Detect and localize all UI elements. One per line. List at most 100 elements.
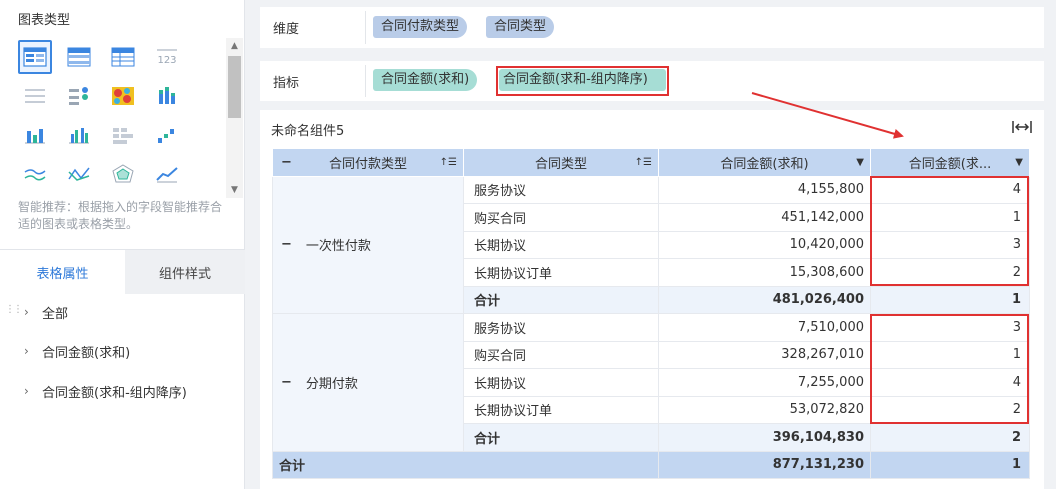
radar-icon[interactable] xyxy=(106,157,140,191)
prop-item-label: 全部 xyxy=(42,306,69,322)
chart-type-title: 图表类型 xyxy=(18,13,71,28)
prop-item-amount-sum-desc[interactable]: › 合同金额(求和-组内降序) xyxy=(24,381,187,401)
sort-icon[interactable]: ↑☰ xyxy=(635,157,652,168)
kpi-number-icon[interactable]: 123 xyxy=(150,40,184,74)
contract-type-cell: 长期协议 xyxy=(463,230,659,259)
amount-cell: 7,510,000 xyxy=(658,313,871,342)
collapse-all-icon[interactable]: − xyxy=(281,155,292,170)
group-cell[interactable]: − 一次性付款 xyxy=(272,175,464,314)
dimension-label: 维度 xyxy=(273,22,300,37)
group-label: 分期付款 xyxy=(305,376,358,392)
header-label: 合同类型 xyxy=(534,156,587,172)
amount-cell: 53,072,820 xyxy=(658,395,871,424)
fit-width-icon[interactable] xyxy=(1012,120,1032,134)
pivot-table: − 合同付款类型 ↑☰ 合同类型 ↑☰ 合同金额(求和) ▼ 合同金额(求...… xyxy=(272,148,1030,479)
header-amount-sum[interactable]: 合同金额(求和) ▼ xyxy=(658,148,871,177)
table-body: − 一次性付款 服务协议 4,155,800 4 购买合同 451,142,000 1 长期协议… xyxy=(272,175,1030,479)
dropdown-icon[interactable]: ▼ xyxy=(1015,157,1023,168)
prop-item-all[interactable]: › 全部 xyxy=(24,302,68,322)
tab-table-properties[interactable]: 表格属性 xyxy=(0,250,125,294)
multi-line-icon[interactable] xyxy=(18,157,52,191)
prop-item-amount-sum[interactable]: › 合同金额(求和) xyxy=(24,341,130,361)
svg-text:123: 123 xyxy=(157,55,176,66)
property-tabs: 表格属性 组件样式 xyxy=(0,249,245,294)
metric-panel: 指标 合同金额(求和) 合同金额(求和-组内降序) xyxy=(260,61,1044,101)
stacked-bar-icon[interactable] xyxy=(150,79,184,113)
contract-type-cell: 购买合同 xyxy=(463,203,659,232)
prop-item-label: 合同金额(求和) xyxy=(42,345,131,361)
column-chart-icon[interactable] xyxy=(18,118,52,152)
area-line-icon[interactable] xyxy=(150,157,184,191)
contract-type-cell: 服务协议 xyxy=(463,175,659,204)
dimension-chip-contract-type[interactable]: 合同类型 xyxy=(486,16,555,38)
contract-type-cell: 长期协议 xyxy=(463,368,659,397)
grand-total-rank: 1 xyxy=(870,450,1030,479)
grouped-column-icon[interactable] xyxy=(62,118,96,152)
contract-type-cell: 购买合同 xyxy=(463,340,659,369)
header-amount-sum-desc[interactable]: 合同金额(求... ▼ xyxy=(870,148,1030,177)
header-label: 合同付款类型 xyxy=(328,156,407,172)
contract-type-cell: 服务协议 xyxy=(463,313,659,342)
component-title: 未命名组件5 xyxy=(271,124,345,139)
rank-cell: 2 xyxy=(870,258,1030,287)
rank-cell: 1 xyxy=(870,203,1030,232)
grand-total-amount: 877,131,230 xyxy=(658,450,871,479)
smart-recommend-hint: 智能推荐：根据拖入的字段智能推荐合适的图表或表格类型。 xyxy=(18,200,223,231)
dimension-chip-payment-type[interactable]: 合同付款类型 xyxy=(373,16,468,38)
detail-table-icon[interactable] xyxy=(18,40,52,74)
grand-total-row: 合计 877,131,230 1 xyxy=(272,450,1030,479)
amount-cell: 328,267,010 xyxy=(658,340,871,369)
subtotal-amount-cell: 481,026,400 xyxy=(658,285,871,314)
dropdown-icon[interactable]: ▼ xyxy=(856,157,864,168)
group-table-icon[interactable] xyxy=(62,40,96,74)
divider xyxy=(365,11,366,44)
scroll-down-icon[interactable]: ▼ xyxy=(226,182,243,198)
prop-item-label: 合同金额(求和-组内降序) xyxy=(42,385,187,401)
collapse-icon[interactable]: − xyxy=(281,375,292,390)
amount-cell: 4,155,800 xyxy=(658,175,871,204)
scroll-up-icon[interactable]: ▲ xyxy=(226,38,243,54)
subtotal-label-cell: 合计 xyxy=(463,285,659,314)
amount-cell: 7,255,000 xyxy=(658,368,871,397)
heatmap-icon[interactable] xyxy=(106,79,140,113)
highlight-box xyxy=(496,66,669,96)
waterfall-icon[interactable] xyxy=(150,118,184,152)
rank-cell: 2 xyxy=(870,395,1030,424)
amount-cell: 10,420,000 xyxy=(658,230,871,259)
table-row: − 分期付款 服务协议 7,510,000 3 xyxy=(272,313,1030,452)
group-label: 一次性付款 xyxy=(305,239,371,255)
rank-cell: 3 xyxy=(870,230,1030,259)
cross-table-icon[interactable] xyxy=(106,40,140,74)
chevron-right-icon: › xyxy=(24,384,29,398)
metric-label: 指标 xyxy=(273,75,300,91)
header-label: 合同金额(求和) xyxy=(720,156,809,172)
contract-type-cell: 长期协议订单 xyxy=(463,395,659,424)
header-contract-type[interactable]: 合同类型 ↑☰ xyxy=(463,148,659,177)
table-component: 未命名组件5 − 合同付款类型 ↑☰ 合同类型 ↑☰ 合同金额(求和) ▼ 合同… xyxy=(260,110,1044,489)
line-icon[interactable] xyxy=(62,157,96,191)
subtotal-rank-cell: 1 xyxy=(870,285,1030,314)
drag-handle-icon[interactable]: ⋮⋮ xyxy=(5,304,23,315)
scroll-thumb[interactable] xyxy=(228,56,241,118)
sort-icon[interactable]: ↑☰ xyxy=(440,157,457,168)
header-payment-type[interactable]: − 合同付款类型 ↑☰ xyxy=(272,148,464,177)
list-table-icon[interactable] xyxy=(18,79,52,113)
amount-cell: 451,142,000 xyxy=(658,203,871,232)
tab-component-style[interactable]: 组件样式 xyxy=(125,250,245,294)
chevron-right-icon: › xyxy=(24,344,29,358)
rank-cell: 4 xyxy=(870,368,1030,397)
collapse-icon[interactable]: − xyxy=(281,237,292,252)
amount-cell: 15,308,600 xyxy=(658,258,871,287)
table-row: − 一次性付款 服务协议 4,155,800 4 xyxy=(272,175,1030,314)
subtotal-label-cell: 合计 xyxy=(463,423,659,452)
dot-list-icon[interactable] xyxy=(62,79,96,113)
table-grid-icon[interactable] xyxy=(106,118,140,152)
chart-type-scrollbar[interactable]: ▲ ▼ xyxy=(226,38,243,198)
metric-chip-amount-sum[interactable]: 合同金额(求和) xyxy=(373,69,478,91)
grand-total-label: 合计 xyxy=(272,450,659,479)
chevron-right-icon: › xyxy=(24,305,29,319)
subtotal-rank-cell: 2 xyxy=(870,423,1030,452)
group-cell[interactable]: − 分期付款 xyxy=(272,313,464,452)
dimension-panel: 维度 合同付款类型 合同类型 xyxy=(260,7,1044,48)
rank-cell: 4 xyxy=(870,175,1030,204)
